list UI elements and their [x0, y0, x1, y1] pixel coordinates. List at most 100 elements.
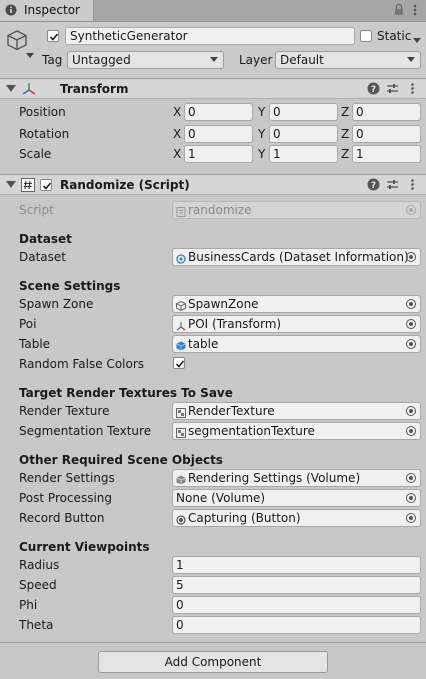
theta-field[interactable]: 0: [172, 616, 421, 634]
table-value: table: [188, 337, 219, 351]
layer-label: Layer: [239, 53, 273, 67]
chevron-down-icon[interactable]: [413, 33, 421, 43]
axis-y-label[interactable]: Y: [258, 104, 265, 120]
randomize-script-header[interactable]: Randomize (Script) ?: [0, 174, 426, 195]
foldout-arrow-icon[interactable]: [6, 85, 16, 92]
post-processing-label: Post Processing: [19, 491, 112, 505]
segmentation-texture-label: Segmentation Texture: [19, 424, 152, 438]
tag-dropdown[interactable]: Untagged: [67, 51, 224, 69]
cube-icon[interactable]: [6, 29, 28, 51]
object-picker-icon[interactable]: [406, 513, 416, 523]
table-field[interactable]: table: [172, 335, 421, 353]
position-y-field[interactable]: 0: [269, 103, 338, 121]
preset-sliders-icon[interactable]: [386, 178, 399, 191]
object-picker-icon[interactable]: [406, 252, 416, 262]
tab-inspector[interactable]: Inspector: [0, 0, 94, 21]
tag-label: Tag: [42, 53, 63, 67]
help-icon[interactable]: ?: [367, 178, 380, 191]
transform-title: Transform: [60, 82, 129, 96]
kebab-menu-icon[interactable]: [410, 3, 420, 17]
static-checkbox[interactable]: [360, 30, 372, 42]
transform-axes-icon: [176, 319, 186, 331]
render-settings-field[interactable]: Rendering Settings (Volume): [172, 469, 421, 487]
scale-z-field[interactable]: 1: [352, 145, 421, 163]
gameobject-icon: [176, 299, 186, 312]
dataset-field[interactable]: BusinessCards (Dataset Information): [172, 248, 421, 266]
object-picker-icon[interactable]: [406, 406, 416, 416]
rotation-z-field[interactable]: 0: [352, 125, 421, 143]
radius-label: Radius: [19, 558, 60, 572]
render-texture-field[interactable]: RenderTexture: [172, 402, 421, 420]
rotation-y-field[interactable]: 0: [269, 125, 338, 143]
random-false-colors-checkbox[interactable]: [173, 357, 185, 369]
segmentation-texture-value: segmentationTexture: [188, 424, 315, 438]
inspector-window: Inspector SyntheticGenerator Static Tag …: [0, 0, 426, 679]
phi-field[interactable]: 0: [172, 596, 421, 614]
phi-label: Phi: [19, 598, 38, 612]
axis-y-label[interactable]: Y: [258, 126, 265, 142]
theta-label: Theta: [19, 618, 54, 632]
lock-icon[interactable]: [394, 3, 404, 17]
object-picker-icon[interactable]: [406, 426, 416, 436]
script-enabled-checkbox[interactable]: [40, 179, 52, 191]
object-picker-icon[interactable]: [406, 299, 416, 309]
volume-icon: [176, 473, 186, 485]
kebab-menu-icon[interactable]: [406, 178, 419, 191]
scale-x-field[interactable]: 1: [184, 145, 253, 163]
spawn-zone-field[interactable]: SpawnZone: [172, 295, 421, 313]
svg-text:?: ?: [371, 181, 376, 191]
axis-x-label[interactable]: X: [173, 146, 181, 162]
position-x-field[interactable]: 0: [184, 103, 253, 121]
active-checkbox[interactable]: [47, 30, 59, 42]
speed-label: Speed: [19, 578, 57, 592]
object-picker-icon[interactable]: [406, 319, 416, 329]
object-picker-icon[interactable]: [406, 493, 416, 503]
axis-z-label[interactable]: Z: [341, 146, 349, 162]
object-name-field[interactable]: SyntheticGenerator: [65, 27, 355, 45]
chevron-down-icon[interactable]: [26, 48, 34, 58]
table-label: Table: [19, 337, 51, 351]
help-icon[interactable]: ?: [367, 82, 380, 95]
dataset-value: BusinessCards (Dataset Information): [188, 250, 409, 264]
spawn-zone-label: Spawn Zone: [19, 297, 94, 311]
chevron-down-icon: [407, 57, 415, 62]
render-texture-icon: [176, 426, 186, 438]
axis-x-label[interactable]: X: [173, 126, 181, 142]
radius-field[interactable]: 1: [172, 556, 421, 574]
axis-x-label[interactable]: X: [173, 104, 181, 120]
dataset-label: Dataset: [19, 250, 66, 264]
post-processing-field[interactable]: None (Volume): [172, 489, 421, 507]
rotation-x-field[interactable]: 0: [184, 125, 253, 143]
transform-axes-icon: [21, 81, 37, 97]
chevron-down-icon: [210, 57, 218, 62]
poi-label: Poi: [19, 317, 37, 331]
add-component-button[interactable]: Add Component: [98, 651, 328, 673]
prefab-cube-icon: [176, 339, 186, 351]
transform-header[interactable]: Transform ?: [0, 78, 426, 99]
foldout-arrow-icon[interactable]: [6, 181, 16, 188]
axis-y-label[interactable]: Y: [258, 146, 265, 162]
layer-dropdown[interactable]: Default: [275, 51, 421, 69]
axis-z-label[interactable]: Z: [341, 104, 349, 120]
poi-field[interactable]: POI (Transform): [172, 315, 421, 333]
record-button-label: Record Button: [19, 511, 105, 525]
scale-y-field[interactable]: 1: [269, 145, 338, 163]
render-texture-value: RenderTexture: [188, 404, 275, 418]
preset-sliders-icon[interactable]: [386, 82, 399, 95]
kebab-menu-icon[interactable]: [406, 82, 419, 95]
object-picker-icon[interactable]: [406, 339, 416, 349]
layer-value: Default: [280, 53, 324, 67]
section-scene-settings: Scene Settings: [19, 279, 121, 293]
segmentation-texture-field[interactable]: segmentationTexture: [172, 422, 421, 440]
position-z-field[interactable]: 0: [352, 103, 421, 121]
button-component-icon: [176, 513, 186, 525]
render-settings-label: Render Settings: [19, 471, 115, 485]
speed-field[interactable]: 5: [172, 576, 421, 594]
axis-z-label[interactable]: Z: [341, 126, 349, 142]
record-button-field[interactable]: Capturing (Button): [172, 509, 421, 527]
tab-bar: Inspector: [0, 0, 426, 22]
object-picker-icon[interactable]: [406, 473, 416, 483]
randomize-title: Randomize (Script): [60, 178, 190, 192]
script-field: randomize: [172, 201, 421, 219]
script-file-icon: [176, 205, 186, 217]
